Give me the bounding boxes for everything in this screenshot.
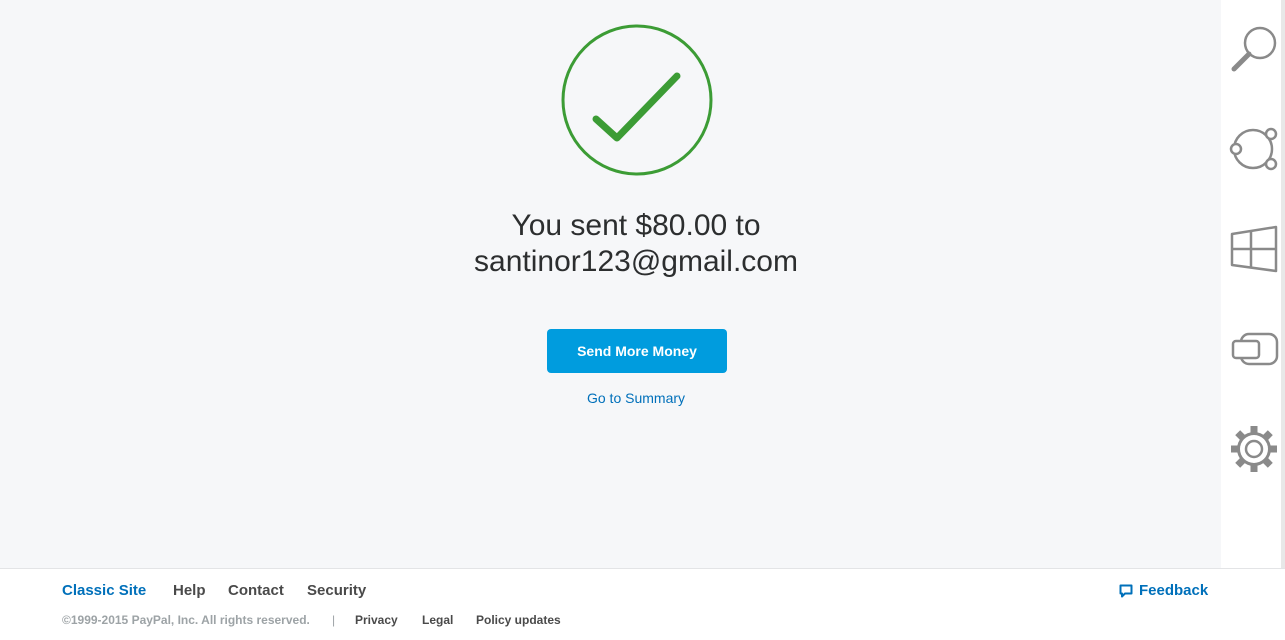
start-icon — [1230, 225, 1278, 273]
share-charm[interactable] — [1227, 122, 1281, 176]
page-footer: Classic Site Help Contact Security Feedb… — [0, 568, 1285, 640]
send-more-money-button[interactable]: Send More Money — [547, 329, 727, 373]
confirmation-line-recipient: santinor123@gmail.com — [474, 245, 798, 278]
classic-site-link[interactable]: Classic Site — [62, 582, 146, 599]
feedback-label: Feedback — [1139, 582, 1209, 599]
success-check-icon — [561, 24, 713, 176]
share-icon — [1229, 127, 1278, 171]
settings-icon — [1231, 426, 1277, 472]
feedback-link[interactable]: Feedback — [1119, 582, 1208, 599]
charm-bar — [1221, 0, 1285, 568]
copyright-text: ©1999-2015 PayPal, Inc. All rights reser… — [62, 613, 310, 627]
feedback-icon — [1119, 584, 1133, 597]
security-link[interactable]: Security — [307, 582, 366, 599]
go-to-summary-link[interactable]: Go to Summary — [536, 390, 736, 406]
search-icon — [1231, 26, 1277, 72]
devices-charm[interactable] — [1227, 322, 1281, 376]
confirmation-line-amount: You sent $80.00 to — [511, 209, 761, 242]
legal-link[interactable]: Legal — [422, 613, 453, 627]
settings-charm[interactable] — [1227, 422, 1281, 476]
search-charm[interactable] — [1227, 22, 1281, 76]
contact-link[interactable]: Contact — [228, 582, 284, 599]
start-charm[interactable] — [1227, 222, 1281, 276]
devices-icon — [1231, 332, 1279, 366]
help-link[interactable]: Help — [173, 582, 206, 599]
privacy-link[interactable]: Privacy — [355, 613, 398, 627]
charm-bar-scroll-edge — [1281, 0, 1285, 568]
policy-updates-link[interactable]: Policy updates — [476, 613, 561, 627]
footer-separator: | — [332, 613, 336, 627]
confirmation-panel: You sent $80.00 to santinor123@gmail.com… — [0, 0, 1220, 568]
confirmation-message: You sent $80.00 to santinor123@gmail.com — [336, 208, 936, 280]
